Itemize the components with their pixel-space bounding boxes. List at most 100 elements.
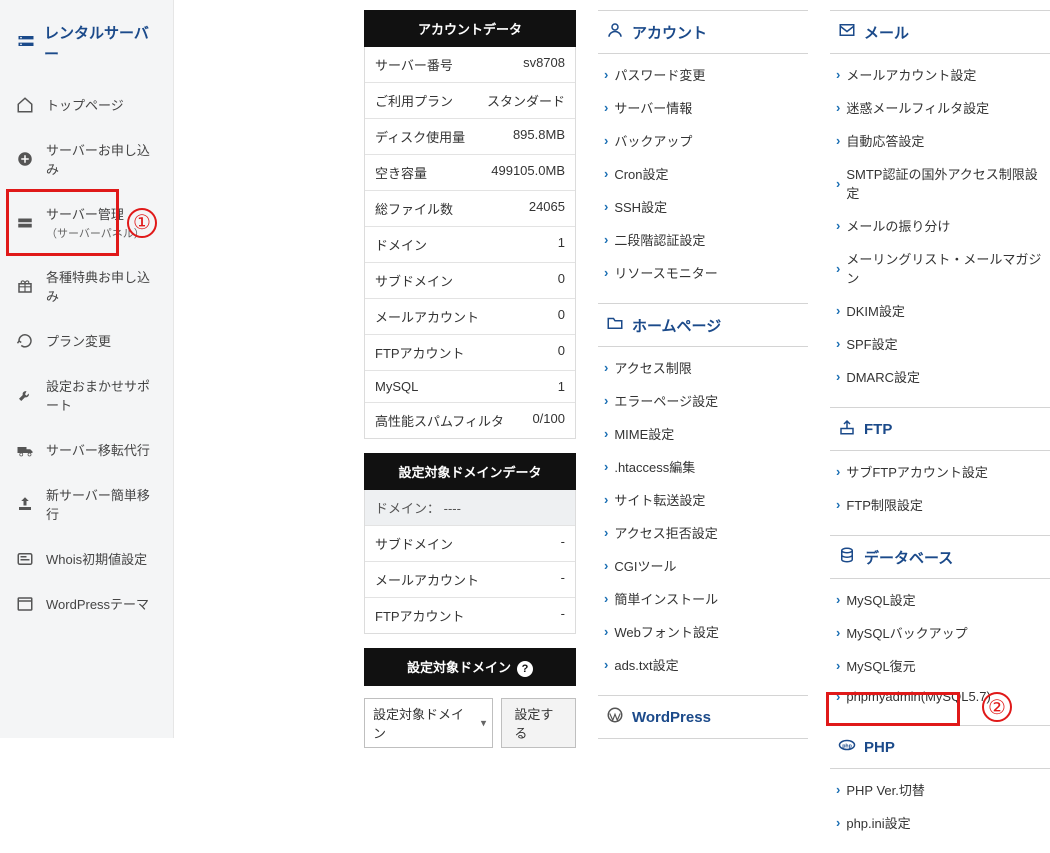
link-item[interactable]: ›エラーページ設定 [598, 384, 808, 417]
table-row: メールアカウント- [365, 561, 575, 597]
link-item[interactable]: ›バックアップ [598, 124, 808, 157]
row-val: 24065 [529, 199, 565, 218]
chevron-right-icon: › [836, 100, 840, 115]
sidebar-item-8[interactable]: Whois初期値設定 [0, 536, 173, 581]
link-label: Cron設定 [614, 164, 668, 183]
link-list: ›アクセス制限›エラーページ設定›MIME設定›.htaccess編集›サイト転… [598, 347, 808, 695]
link-item[interactable]: ›SPF設定 [830, 327, 1050, 360]
link-item[interactable]: › Cron設定 [598, 157, 808, 190]
row-key: サブドメイン [375, 271, 453, 290]
sidebar-item-0[interactable]: トップページ [0, 82, 173, 127]
php-icon: php [838, 736, 856, 758]
sidebar-item-4[interactable]: プラン変更 [0, 318, 173, 363]
table-row: サブドメイン- [365, 525, 575, 561]
link-item[interactable]: ›簡単インストール [598, 582, 808, 615]
row-val: 1 [558, 379, 565, 394]
chevron-right-icon: › [604, 166, 608, 181]
row-val: - [561, 534, 565, 553]
link-item[interactable]: › リソースモニター [598, 256, 808, 289]
domain-target-select[interactable]: 設定対象ドメイン [364, 698, 493, 748]
sidebar-item-1[interactable]: サーバーお申し込み [0, 127, 173, 191]
link-item[interactable]: › SMTP認証の国外アクセス制限設定 [830, 157, 1050, 209]
link-item[interactable]: ›二段階認証設定 [598, 223, 808, 256]
link-label: 自動応答設定 [846, 131, 924, 150]
link-item[interactable]: ›自動応答設定 [830, 124, 1050, 157]
link-item[interactable]: ›DKIM設定 [830, 294, 1050, 327]
sidebar-item-9[interactable]: WordPressテーマ [0, 581, 173, 626]
link-list: ›メールアカウント設定›迷惑メールフィルタ設定›自動応答設定›SMTP認証の国外… [830, 54, 1050, 407]
gift-icon [16, 277, 34, 295]
category-title: メール [864, 22, 909, 43]
sidebar-item-6[interactable]: サーバー移転代行 [0, 427, 173, 472]
link-item[interactable]: ›MySQL設定 [830, 583, 1050, 616]
home-icon [16, 96, 34, 114]
ftp-icon [838, 418, 856, 440]
link-item[interactable]: › 迷惑メールフィルタ設定 [830, 91, 1050, 124]
link-item[interactable]: ›アクセス拒否設定 [598, 516, 808, 549]
row-val: 0 [558, 307, 565, 326]
link-label: 二段階認証設定 [614, 230, 705, 249]
row-key: 空き容量 [375, 163, 427, 182]
sidebar-item-7[interactable]: 新サーバー簡単移行 [0, 472, 173, 536]
link-label: エラーページ設定 [614, 391, 718, 410]
chevron-right-icon: › [836, 369, 840, 384]
link-item[interactable]: ›php.ini設定 [830, 806, 1050, 839]
account-data-header: アカウントデータ [364, 10, 576, 47]
category-title: データベース [864, 547, 953, 568]
link-item[interactable]: ›パスワード変更 [598, 58, 808, 91]
link-item[interactable]: ›SSH設定 [598, 190, 808, 223]
row-val: 499105.0MB [491, 163, 565, 182]
link-label: MySQLバックアップ [846, 623, 967, 642]
link-item[interactable]: ›CGIツール [598, 549, 808, 582]
chevron-right-icon: › [836, 658, 840, 673]
link-label: リソースモニター [614, 263, 717, 282]
link-item[interactable]: ›.htaccess編集 [598, 450, 808, 483]
link-item[interactable]: ›メールの振り分け [830, 209, 1050, 242]
link-item[interactable]: ›Webフォント設定 [598, 615, 808, 648]
main: アカウントデータ サーバー番号sv8708ご利用プランスタンダードディスク使用量… [364, 0, 1050, 738]
chevron-right-icon: › [836, 815, 840, 830]
link-item[interactable]: ›MySQL復元 [830, 649, 1050, 682]
chevron-right-icon: › [604, 525, 608, 540]
sidebar-item-5[interactable]: 設定おまかせサポート [0, 363, 173, 427]
link-list: ›サブFTPアカウント設定›FTP制限設定 [830, 451, 1050, 535]
brand-icon [16, 31, 36, 55]
link-label: CGIツール [614, 556, 676, 575]
link-label: 迷惑メールフィルタ設定 [846, 98, 989, 117]
category-header-アカウント: アカウント [598, 10, 808, 54]
link-item[interactable]: ›DMARC設定 [830, 360, 1050, 393]
link-label: SMTP認証の国外アクセス制限設定 [846, 164, 1044, 202]
col-right: ② メール›メールアカウント設定›迷惑メールフィルタ設定›自動応答設定›SMTP… [830, 10, 1050, 738]
link-list: ›MySQL設定›MySQLバックアップ›MySQL復元›phpmyadmin(… [830, 579, 1050, 725]
wp-icon [606, 706, 624, 728]
link-item[interactable]: ›サイト転送設定 [598, 483, 808, 516]
link-item[interactable]: ›ads.txt設定 [598, 648, 808, 681]
link-item[interactable]: ›phpmyadmin(MySQL5.7) [830, 682, 1050, 711]
link-item[interactable]: ›メーリングリスト・メールマガジン [830, 242, 1050, 294]
link-item[interactable]: ›MySQLバックアップ [830, 616, 1050, 649]
marker-1: ① [127, 208, 157, 238]
category-header-FTP: FTP [830, 407, 1050, 451]
link-item[interactable]: ›メールアカウント設定 [830, 58, 1050, 91]
domain-data-header: 設定対象ドメインデータ [364, 453, 576, 490]
category-header-ホームページ: ホームページ [598, 303, 808, 347]
chevron-right-icon: › [604, 265, 608, 280]
link-item[interactable]: ›FTP制限設定 [830, 488, 1050, 521]
row-key: サーバー番号 [375, 55, 453, 74]
chevron-right-icon: › [836, 176, 840, 191]
refresh-icon [16, 332, 34, 350]
row-val: 0/100 [532, 411, 565, 430]
table-row: MySQL1 [365, 370, 575, 402]
row-val: - [561, 570, 565, 589]
domain-target-button[interactable]: 設定する [501, 698, 576, 748]
link-item[interactable]: ›アクセス制限 [598, 351, 808, 384]
svg-text:php: php [842, 743, 852, 749]
domain-data-top: ドメイン： ---- [365, 490, 575, 525]
link-item[interactable]: ›MIME設定 [598, 417, 808, 450]
sidebar-item-3[interactable]: 各種特典お申し込み [0, 254, 173, 318]
link-item[interactable]: ›サーバー情報 [598, 91, 808, 124]
link-item[interactable]: ›サブFTPアカウント設定 [830, 455, 1050, 488]
category-title: FTP [864, 421, 892, 438]
link-item[interactable]: ›PHP Ver.切替 [830, 773, 1050, 806]
chevron-right-icon: › [836, 303, 840, 318]
